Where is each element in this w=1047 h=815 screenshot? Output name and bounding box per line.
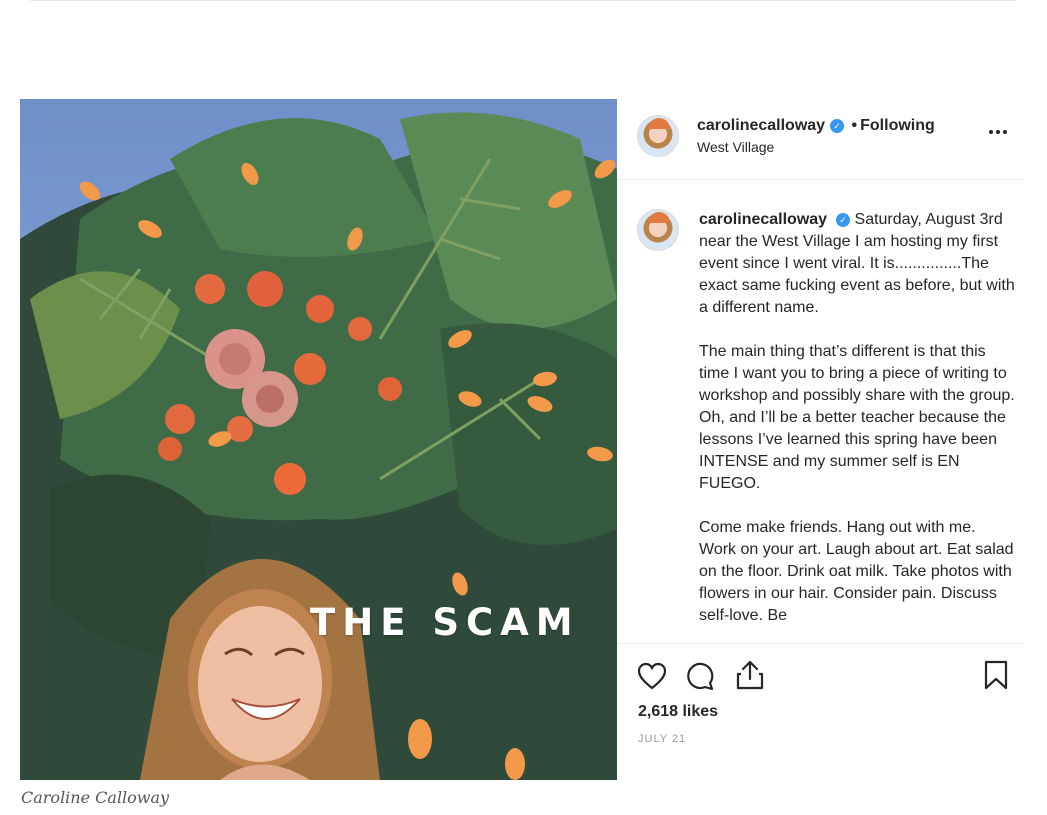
- post-image[interactable]: THE SCAM: [20, 99, 617, 780]
- more-options-icon[interactable]: [989, 127, 1011, 137]
- share-icon[interactable]: [735, 659, 765, 691]
- post-date[interactable]: JULY 21: [638, 733, 686, 745]
- location-link[interactable]: West Village: [697, 139, 774, 155]
- likes-count[interactable]: 2,618 likes: [638, 703, 718, 721]
- top-divider: [30, 0, 1015, 1]
- author-line: carolinecalloway ✓ • Following: [697, 117, 935, 135]
- caption-paragraph-2: The main thing that’s different is that …: [699, 343, 1015, 492]
- overlay-title: THE SCAM: [310, 601, 580, 644]
- author-username[interactable]: carolinecalloway: [697, 117, 825, 134]
- following-button[interactable]: Following: [860, 117, 935, 134]
- post-actions: 2,618 likes JULY 21: [617, 643, 1024, 764]
- verified-icon: ✓: [836, 213, 851, 227]
- flower-headpiece-illustration: [20, 112, 617, 780]
- verified-icon: ✓: [830, 119, 845, 133]
- bookmark-icon[interactable]: [983, 659, 1009, 691]
- photo-credit-caption: Caroline Calloway: [21, 788, 170, 807]
- comment-icon[interactable]: [685, 661, 715, 691]
- separator-dot: •: [851, 117, 858, 134]
- heart-icon[interactable]: [637, 662, 667, 690]
- post-panel: carolinecalloway ✓ • Following West Villag…: [617, 99, 1024, 764]
- caption-paragraph-3: Come make friends. Hang out with me. Wor…: [699, 519, 1014, 624]
- post-header: carolinecalloway ✓ • Following West Villag…: [617, 99, 1024, 180]
- author-avatar[interactable]: [637, 115, 679, 157]
- caption-area[interactable]: carolinecalloway ✓ Saturday, August 3rd n…: [617, 181, 1024, 643]
- caption-text: carolinecalloway ✓ Saturday, August 3rd n…: [699, 209, 1015, 643]
- caption-paragraph: carolinecalloway ✓ Saturday, August 3rd n…: [699, 209, 1015, 319]
- caption-avatar[interactable]: [637, 209, 679, 251]
- caption-username[interactable]: carolinecalloway: [699, 211, 827, 228]
